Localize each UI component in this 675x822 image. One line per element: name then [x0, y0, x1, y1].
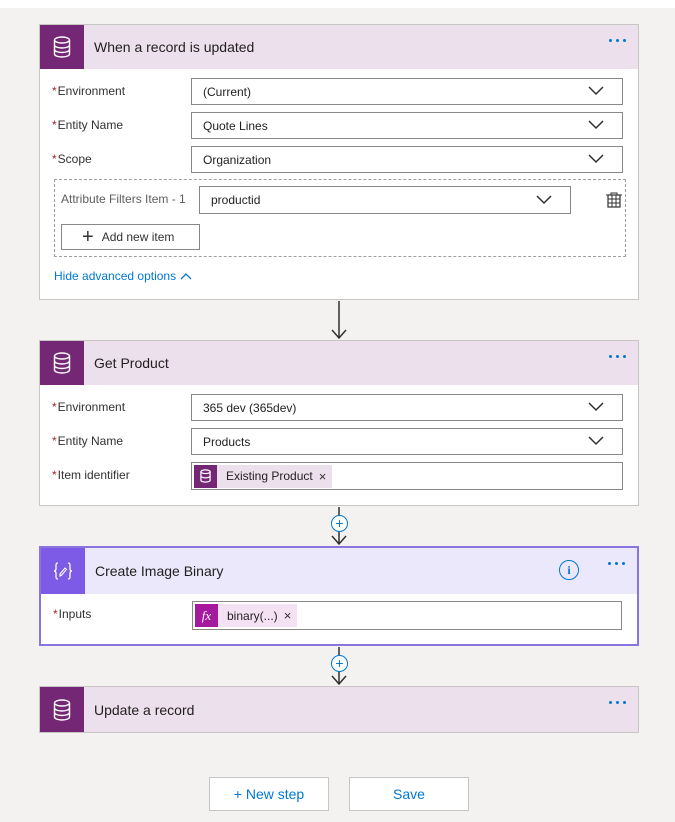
- trigger-card: When a record is updated *Environment (C…: [39, 24, 639, 300]
- info-icon[interactable]: i: [559, 560, 579, 580]
- expression-token[interactable]: fx binary(...) ×: [195, 604, 298, 627]
- update-record-card: Update a record: [39, 686, 639, 733]
- environment-value: (Current): [203, 84, 252, 99]
- environment-row: *Environment 365 dev (365dev): [52, 394, 623, 421]
- database-icon: [40, 341, 84, 385]
- delete-item-icon[interactable]: [605, 191, 623, 209]
- update-record-header[interactable]: Update a record: [40, 687, 638, 732]
- entity-name-label: *Entity Name: [52, 434, 123, 448]
- required-mark: *: [52, 434, 57, 448]
- get-product-title: Get Product: [94, 355, 169, 371]
- top-strip: [0, 0, 675, 8]
- insert-step-plus-icon[interactable]: +: [331, 515, 348, 532]
- required-mark: *: [52, 118, 57, 132]
- scope-dropdown[interactable]: Organization: [191, 146, 623, 173]
- dynamic-content-token[interactable]: Existing Product ×: [194, 464, 333, 488]
- required-mark: *: [52, 84, 57, 98]
- database-icon: [40, 687, 84, 732]
- scope-label-text: Scope: [57, 152, 92, 166]
- connector-arrow: [331, 301, 347, 340]
- new-step-button[interactable]: + New step: [209, 777, 329, 811]
- chevron-down-icon: [588, 402, 604, 412]
- database-icon: [40, 25, 84, 69]
- required-mark: *: [52, 468, 57, 482]
- environment-value: 365 dev (365dev): [203, 400, 297, 415]
- more-options-icon[interactable]: [609, 39, 626, 42]
- item-identifier-input[interactable]: Existing Product ×: [191, 462, 623, 490]
- inputs-label-text: Inputs: [58, 607, 92, 621]
- attribute-filter-value: productid: [211, 193, 261, 207]
- chevron-up-icon: [180, 273, 192, 280]
- more-options-icon[interactable]: [609, 355, 626, 358]
- entity-name-row: *Entity Name Quote Lines: [52, 112, 623, 139]
- environment-label: *Environment: [52, 84, 125, 98]
- more-options-icon[interactable]: [608, 562, 625, 565]
- entity-name-label-text: Entity Name: [57, 118, 124, 132]
- environment-dropdown[interactable]: 365 dev (365dev): [191, 394, 623, 421]
- environment-label-text: Environment: [57, 400, 126, 414]
- hide-advanced-options-link[interactable]: Hide advanced options: [54, 269, 192, 283]
- chevron-down-icon: [588, 120, 604, 130]
- environment-row: *Environment (Current): [52, 78, 623, 105]
- hide-advanced-options-label: Hide advanced options: [54, 269, 177, 283]
- scope-row: *Scope Organization: [52, 146, 623, 173]
- inputs-label: *Inputs: [53, 607, 91, 621]
- get-product-card: Get Product *Environment 365 dev (365dev…: [39, 340, 639, 506]
- scope-value: Organization: [203, 152, 272, 167]
- entity-name-value: Products: [203, 434, 251, 449]
- token-label: Existing Product: [226, 469, 313, 483]
- function-fx-icon: fx: [195, 604, 218, 627]
- item-identifier-label: *Item identifier: [52, 468, 130, 482]
- remove-token-icon[interactable]: ×: [319, 469, 327, 484]
- attribute-filter-dropdown[interactable]: productid: [199, 186, 571, 214]
- attribute-filters-label: Attribute Filters Item - 1: [61, 192, 186, 206]
- environment-label-text: Environment: [57, 84, 126, 98]
- update-record-title: Update a record: [94, 701, 195, 718]
- entity-name-dropdown[interactable]: Products: [191, 428, 623, 455]
- attribute-filters-group: Attribute Filters Item - 1 productid + Ad…: [54, 179, 626, 257]
- environment-label: *Environment: [52, 400, 125, 414]
- entity-name-value: Quote Lines: [203, 118, 268, 133]
- environment-dropdown[interactable]: (Current): [191, 78, 623, 105]
- required-mark: *: [52, 400, 57, 414]
- trigger-card-header[interactable]: When a record is updated: [40, 25, 638, 69]
- add-new-item-label: Add new item: [101, 230, 175, 244]
- get-product-card-header[interactable]: Get Product: [40, 341, 638, 385]
- more-options-icon[interactable]: [609, 701, 626, 704]
- compose-braces-icon: [41, 548, 85, 594]
- create-image-binary-header[interactable]: Create Image Binary i: [41, 548, 637, 594]
- entity-name-dropdown[interactable]: Quote Lines: [191, 112, 623, 139]
- insert-step-plus-icon[interactable]: +: [331, 655, 348, 672]
- entity-name-label-text: Entity Name: [57, 434, 124, 448]
- add-new-item-button[interactable]: + Add new item: [61, 224, 200, 250]
- create-image-binary-card: Create Image Binary i *Inputs fx binary(…: [39, 546, 639, 646]
- chevron-down-icon: [588, 154, 604, 164]
- item-identifier-label-text: Item identifier: [57, 468, 130, 482]
- inputs-field[interactable]: fx binary(...) ×: [192, 601, 622, 630]
- entity-name-label: *Entity Name: [52, 118, 123, 132]
- database-icon: [194, 464, 217, 488]
- trigger-title: When a record is updated: [94, 39, 255, 55]
- required-mark: *: [53, 607, 58, 621]
- chevron-down-icon: [588, 86, 604, 96]
- chevron-down-icon: [536, 195, 552, 205]
- plus-icon: +: [82, 226, 94, 248]
- required-mark: *: [52, 152, 57, 166]
- save-button[interactable]: Save: [349, 777, 469, 811]
- create-image-binary-title: Create Image Binary: [95, 563, 224, 579]
- inputs-row: *Inputs fx binary(...) ×: [53, 601, 622, 630]
- scope-label: *Scope: [52, 152, 92, 166]
- token-label: binary(...): [227, 608, 278, 623]
- chevron-down-icon: [588, 436, 604, 446]
- entity-name-row: *Entity Name Products: [52, 428, 623, 455]
- remove-token-icon[interactable]: ×: [284, 608, 292, 623]
- item-identifier-row: *Item identifier Existing Product ×: [52, 462, 623, 490]
